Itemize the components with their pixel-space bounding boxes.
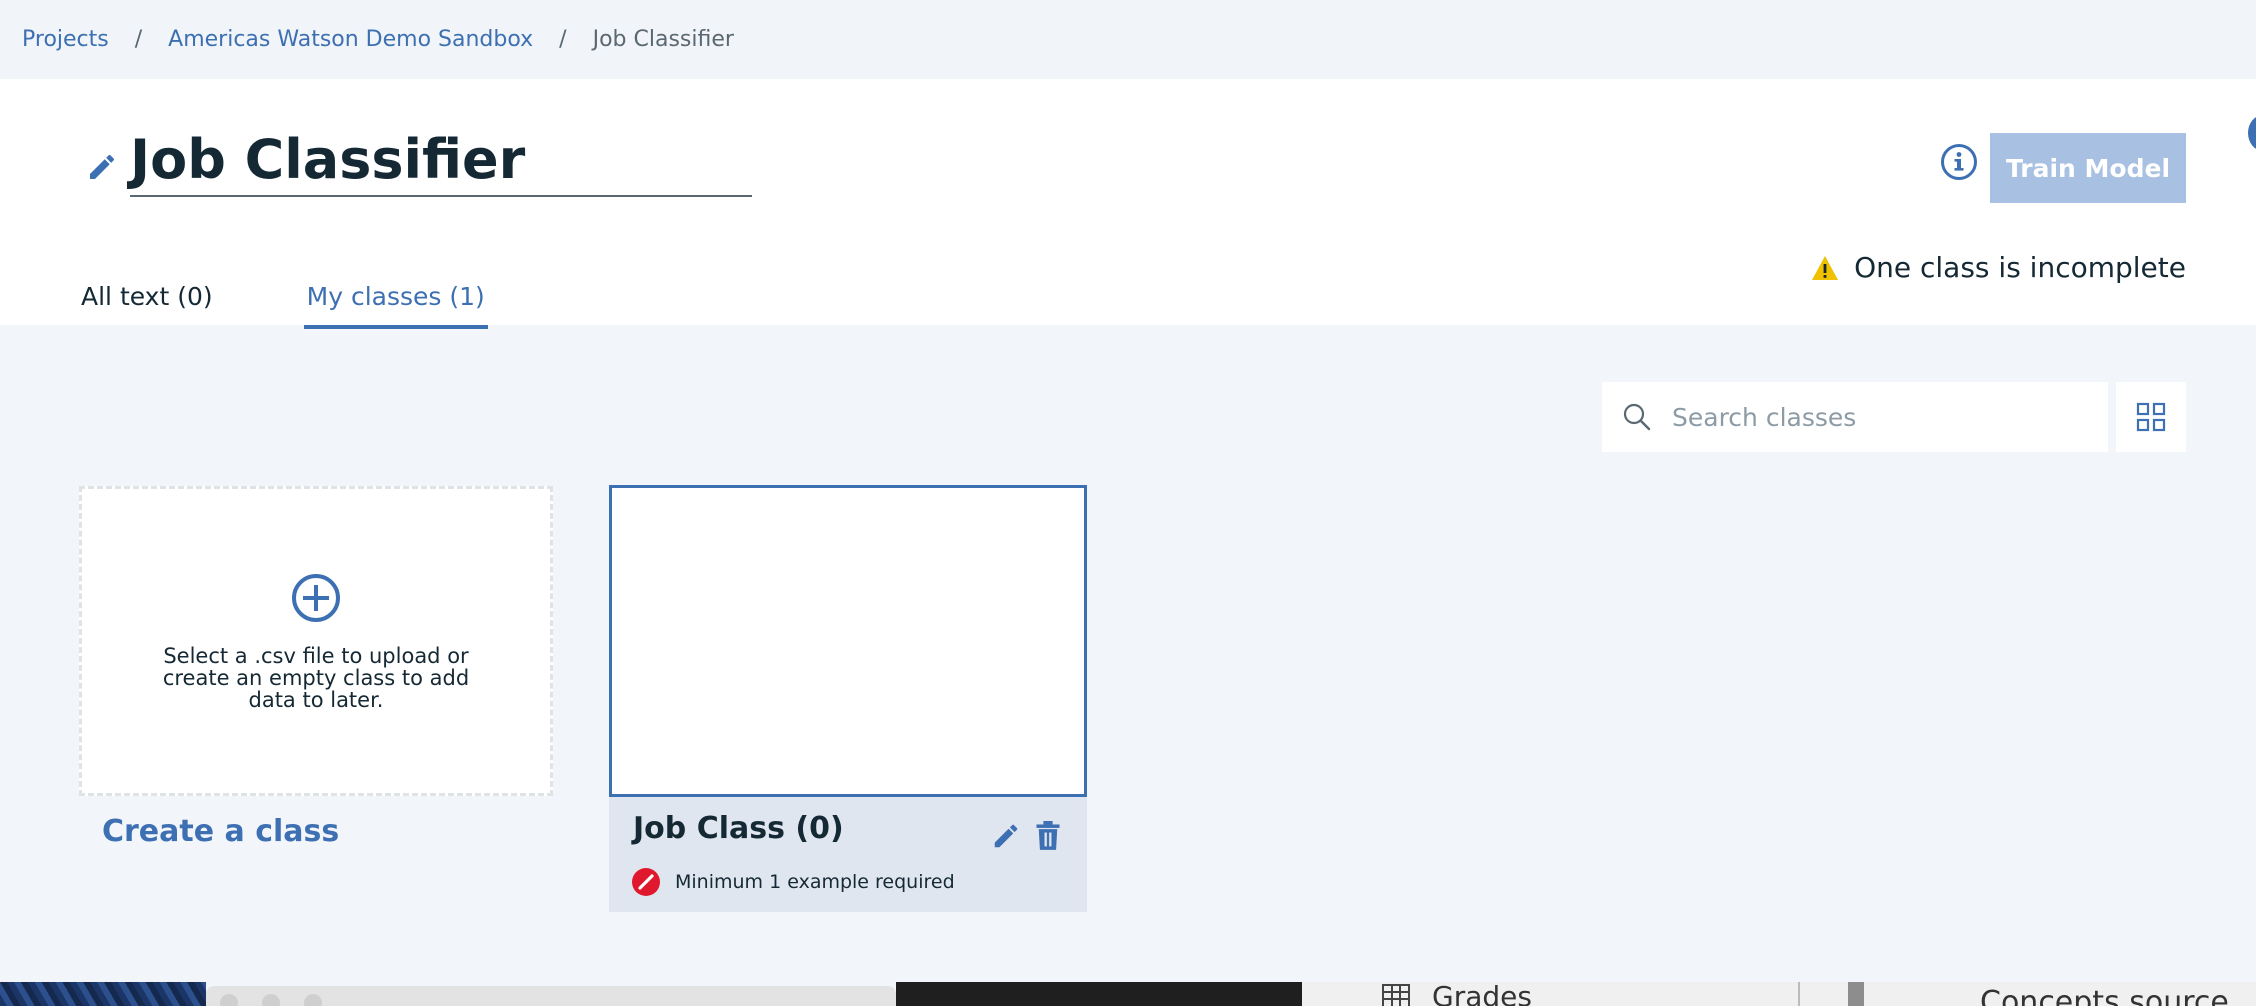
tab-my-classes[interactable]: My classes (1) bbox=[303, 269, 488, 329]
search-box bbox=[1602, 382, 2108, 452]
window-close-dot[interactable] bbox=[220, 994, 238, 1006]
class-preview[interactable] bbox=[609, 485, 1087, 797]
class-card-footer: Job Class (0) Minimum 1 example required bbox=[609, 797, 1087, 912]
trash-icon[interactable] bbox=[1035, 821, 1061, 851]
search-icon bbox=[1623, 403, 1651, 431]
partial-window-text: Concepts source bbox=[1980, 985, 2229, 1006]
breadcrumb-separator: / bbox=[559, 27, 567, 52]
help-circle[interactable] bbox=[2248, 115, 2256, 151]
tab-all-text[interactable]: All text (0) bbox=[78, 269, 216, 325]
breadcrumb: Projects / Americas Watson Demo Sandbox … bbox=[0, 0, 2256, 79]
search-input[interactable] bbox=[1670, 401, 2094, 433]
info-icon[interactable] bbox=[1940, 143, 1978, 181]
warning-icon bbox=[1812, 255, 1839, 280]
window-minimize-dot[interactable] bbox=[262, 994, 280, 1006]
edit-icon[interactable] bbox=[991, 821, 1021, 851]
desktop-wallpaper bbox=[0, 982, 206, 1006]
class-status-text: Minimum 1 example required bbox=[675, 871, 955, 893]
create-class-link[interactable]: Create a class bbox=[102, 814, 339, 849]
class-card[interactable]: Job Class (0) Minimum 1 example required bbox=[609, 485, 1087, 913]
incomplete-warning: One class is incomplete bbox=[1810, 251, 2186, 284]
warning-text: One class is incomplete bbox=[1854, 251, 2186, 284]
window-zoom-dot[interactable] bbox=[304, 994, 322, 1006]
train-model-button[interactable]: Train Model bbox=[1990, 133, 2186, 203]
dark-window bbox=[896, 982, 1302, 1006]
breadcrumb-separator: / bbox=[134, 27, 143, 52]
tab-bar: All text (0) My classes (1) bbox=[78, 269, 488, 329]
finder-divider bbox=[1798, 982, 1800, 1006]
create-class-description: Select a .csv file to upload or create a… bbox=[162, 644, 470, 712]
finder-item-grades[interactable]: Grades bbox=[1432, 982, 1532, 1006]
class-status: Minimum 1 example required bbox=[631, 867, 955, 897]
table-icon bbox=[1382, 984, 1410, 1006]
page-header: Job Classifier Train Model One class is … bbox=[0, 79, 2256, 329]
title-field[interactable]: Job Classifier bbox=[130, 125, 752, 197]
pencil-icon[interactable] bbox=[86, 151, 118, 183]
page-title[interactable]: Job Classifier bbox=[130, 125, 752, 195]
finder-scrollbar[interactable] bbox=[1848, 982, 1864, 1006]
create-class-card[interactable]: Select a .csv file to upload or create a… bbox=[79, 486, 553, 796]
grid-view-button[interactable] bbox=[2116, 382, 2186, 452]
grid-view-icon bbox=[2136, 402, 2166, 432]
breadcrumb-projects[interactable]: Projects bbox=[22, 27, 109, 52]
class-name[interactable]: Job Class (0) bbox=[633, 811, 844, 846]
breadcrumb-project[interactable]: Americas Watson Demo Sandbox bbox=[168, 27, 533, 52]
add-circle-icon bbox=[292, 574, 340, 622]
breadcrumb-current: Job Classifier bbox=[592, 27, 734, 52]
background-window bbox=[206, 986, 896, 1006]
error-icon bbox=[632, 868, 660, 896]
desktop-background: Grades Concepts source bbox=[0, 982, 2256, 1006]
